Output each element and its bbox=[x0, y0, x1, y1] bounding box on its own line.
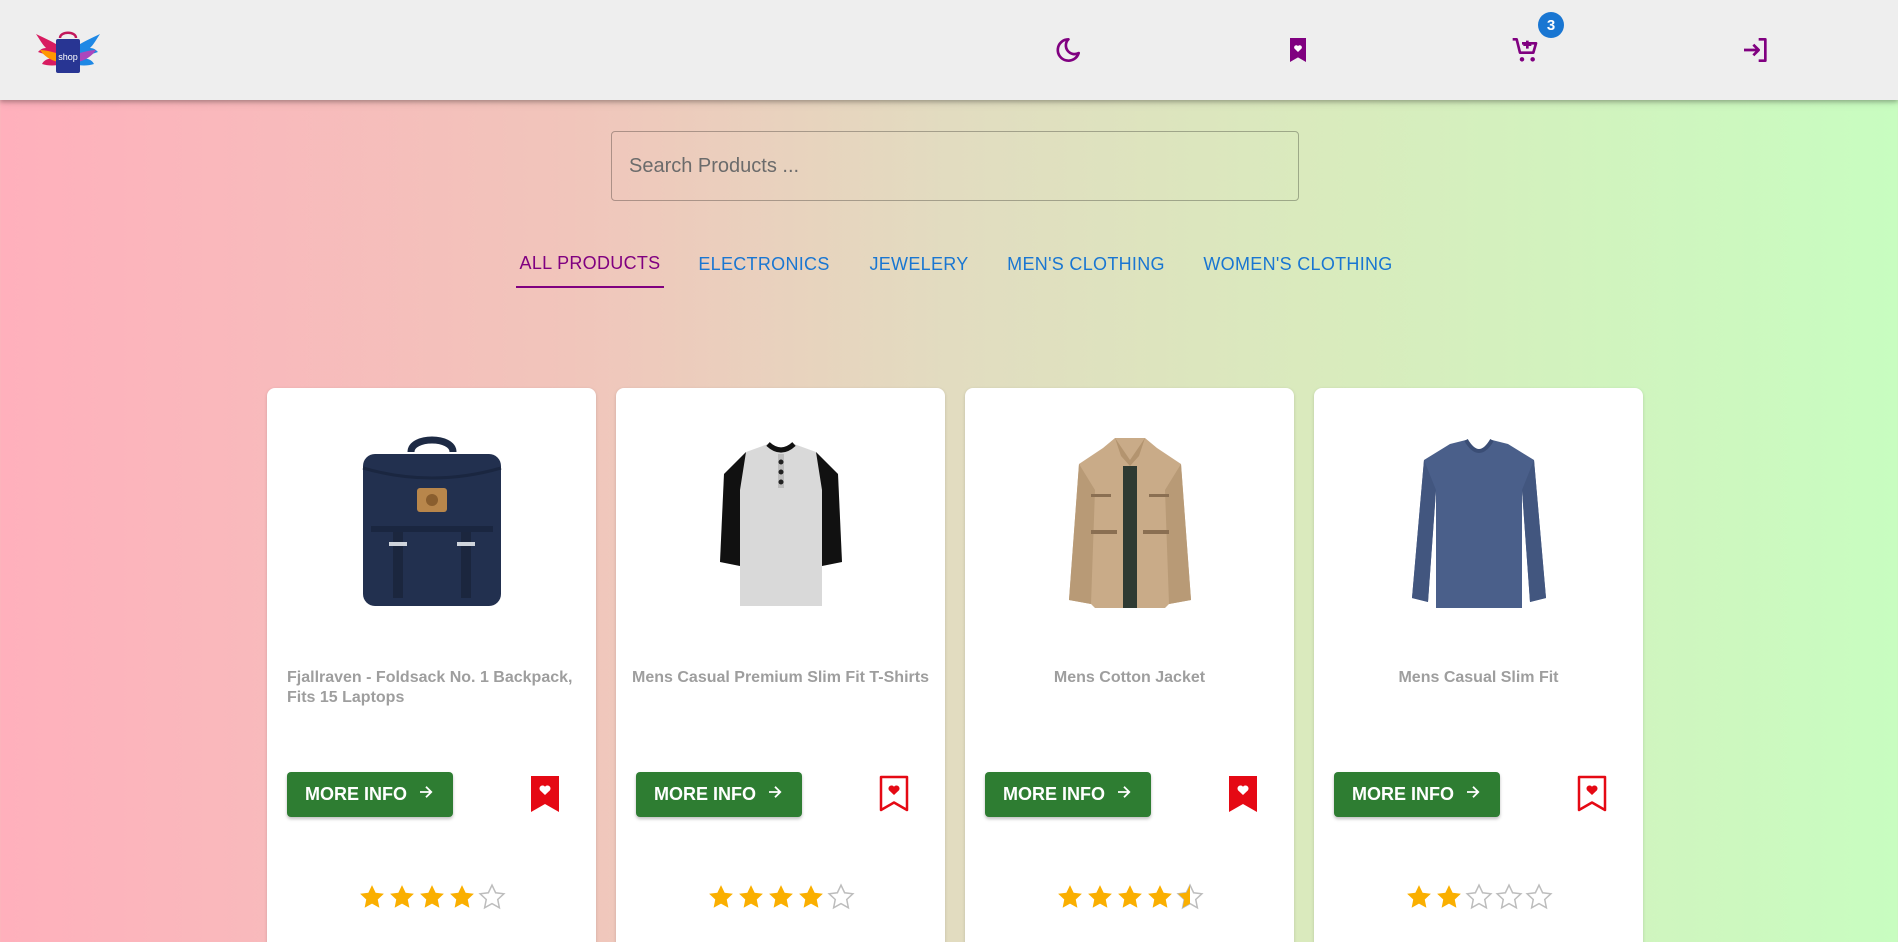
bookmark-filled-icon bbox=[1227, 774, 1259, 814]
star-filled-icon bbox=[447, 882, 477, 912]
star-empty-icon bbox=[1464, 882, 1494, 912]
more-info-label: MORE INFO bbox=[1003, 784, 1105, 804]
tab-all-products[interactable]: ALL PRODUCTS bbox=[516, 240, 664, 288]
more-info-button[interactable]: MORE INFO bbox=[636, 772, 802, 817]
longsleeve-image[interactable] bbox=[1384, 430, 1574, 620]
star-empty-icon bbox=[826, 882, 856, 912]
tab-womens-clothing[interactable]: WOMEN'S CLOTHING bbox=[1198, 240, 1398, 288]
arrow-right-icon bbox=[1115, 783, 1133, 806]
product-title: Mens Casual Slim Fit bbox=[1398, 669, 1559, 686]
star-filled-icon bbox=[1404, 882, 1434, 912]
more-info-button[interactable]: MORE INFO bbox=[287, 772, 453, 817]
login-icon bbox=[1740, 34, 1772, 66]
rating-stars bbox=[616, 882, 945, 912]
search-input[interactable] bbox=[611, 131, 1299, 201]
wishlist-button[interactable] bbox=[1282, 34, 1314, 66]
star-filled-icon bbox=[706, 882, 736, 912]
bookmark-filled-icon bbox=[529, 774, 561, 814]
bookmark-outline-icon bbox=[1576, 774, 1608, 814]
more-info-label: MORE INFO bbox=[305, 784, 407, 804]
star-filled-icon bbox=[387, 882, 417, 912]
dark-mode-toggle[interactable] bbox=[1052, 34, 1084, 66]
rating-stars bbox=[1314, 882, 1643, 912]
star-filled-icon bbox=[1145, 882, 1175, 912]
star-filled-icon bbox=[1055, 882, 1085, 912]
jacket-image[interactable] bbox=[1035, 430, 1225, 620]
logo-text: shop bbox=[58, 52, 78, 62]
more-info-label: MORE INFO bbox=[1352, 784, 1454, 804]
star-empty-icon bbox=[477, 882, 507, 912]
cart-button[interactable] bbox=[1510, 34, 1542, 66]
more-info-button[interactable]: MORE INFO bbox=[1334, 772, 1500, 817]
more-info-label: MORE INFO bbox=[654, 784, 756, 804]
tshirt-image[interactable] bbox=[686, 430, 876, 620]
rating-stars bbox=[267, 882, 596, 912]
category-tabs: ALL PRODUCTS ELECTRONICS JEWELERY MEN'S … bbox=[0, 240, 1898, 290]
arrow-right-icon bbox=[1464, 783, 1482, 806]
star-filled-icon bbox=[1115, 882, 1145, 912]
tab-mens-clothing[interactable]: MEN'S CLOTHING bbox=[1006, 240, 1166, 288]
tab-jewelery[interactable]: JEWELERY bbox=[864, 240, 974, 288]
star-filled-icon bbox=[1434, 882, 1464, 912]
product-title: Mens Cotton Jacket bbox=[1053, 669, 1206, 686]
star-filled-icon bbox=[417, 882, 447, 912]
product-card: Mens Cotton Jacket MORE INFO bbox=[965, 388, 1294, 942]
more-info-button[interactable]: MORE INFO bbox=[985, 772, 1151, 817]
arrow-right-icon bbox=[417, 783, 435, 806]
star-filled-icon bbox=[357, 882, 387, 912]
product-card: Mens Casual Slim Fit MORE INFO bbox=[1314, 388, 1643, 942]
star-empty-icon bbox=[1524, 882, 1554, 912]
star-filled-icon bbox=[796, 882, 826, 912]
product-title: Mens Casual Premium Slim Fit T-Shirts bbox=[632, 669, 929, 686]
cart-count-badge: 3 bbox=[1538, 12, 1564, 38]
bookmark-icon bbox=[1282, 34, 1314, 66]
star-empty-icon bbox=[1494, 882, 1524, 912]
moon-icon bbox=[1052, 34, 1084, 66]
rating-stars bbox=[965, 882, 1294, 912]
star-filled-icon bbox=[766, 882, 796, 912]
bookmark-toggle[interactable] bbox=[529, 774, 561, 814]
star-filled-icon bbox=[1085, 882, 1115, 912]
bookmark-outline-icon bbox=[878, 774, 910, 814]
bookmark-toggle[interactable] bbox=[878, 774, 910, 814]
backpack-image[interactable] bbox=[337, 430, 527, 620]
cart-icon bbox=[1510, 34, 1542, 66]
star-filled-icon bbox=[736, 882, 766, 912]
product-title: Fjallraven - Foldsack No. 1 Backpack, Fi… bbox=[287, 669, 573, 706]
arrow-right-icon bbox=[766, 783, 784, 806]
product-card: Mens Casual Premium Slim Fit T-Shirts MO… bbox=[616, 388, 945, 942]
shop-logo[interactable]: shop bbox=[36, 26, 100, 80]
star-half-icon bbox=[1175, 882, 1205, 912]
product-card: Fjallraven - Foldsack No. 1 Backpack, Fi… bbox=[267, 388, 596, 942]
top-app-bar: shop 3 bbox=[0, 0, 1898, 100]
bookmark-toggle[interactable] bbox=[1576, 774, 1608, 814]
tab-electronics[interactable]: ELECTRONICS bbox=[696, 240, 832, 288]
bookmark-toggle[interactable] bbox=[1227, 774, 1259, 814]
login-button[interactable] bbox=[1740, 34, 1772, 66]
